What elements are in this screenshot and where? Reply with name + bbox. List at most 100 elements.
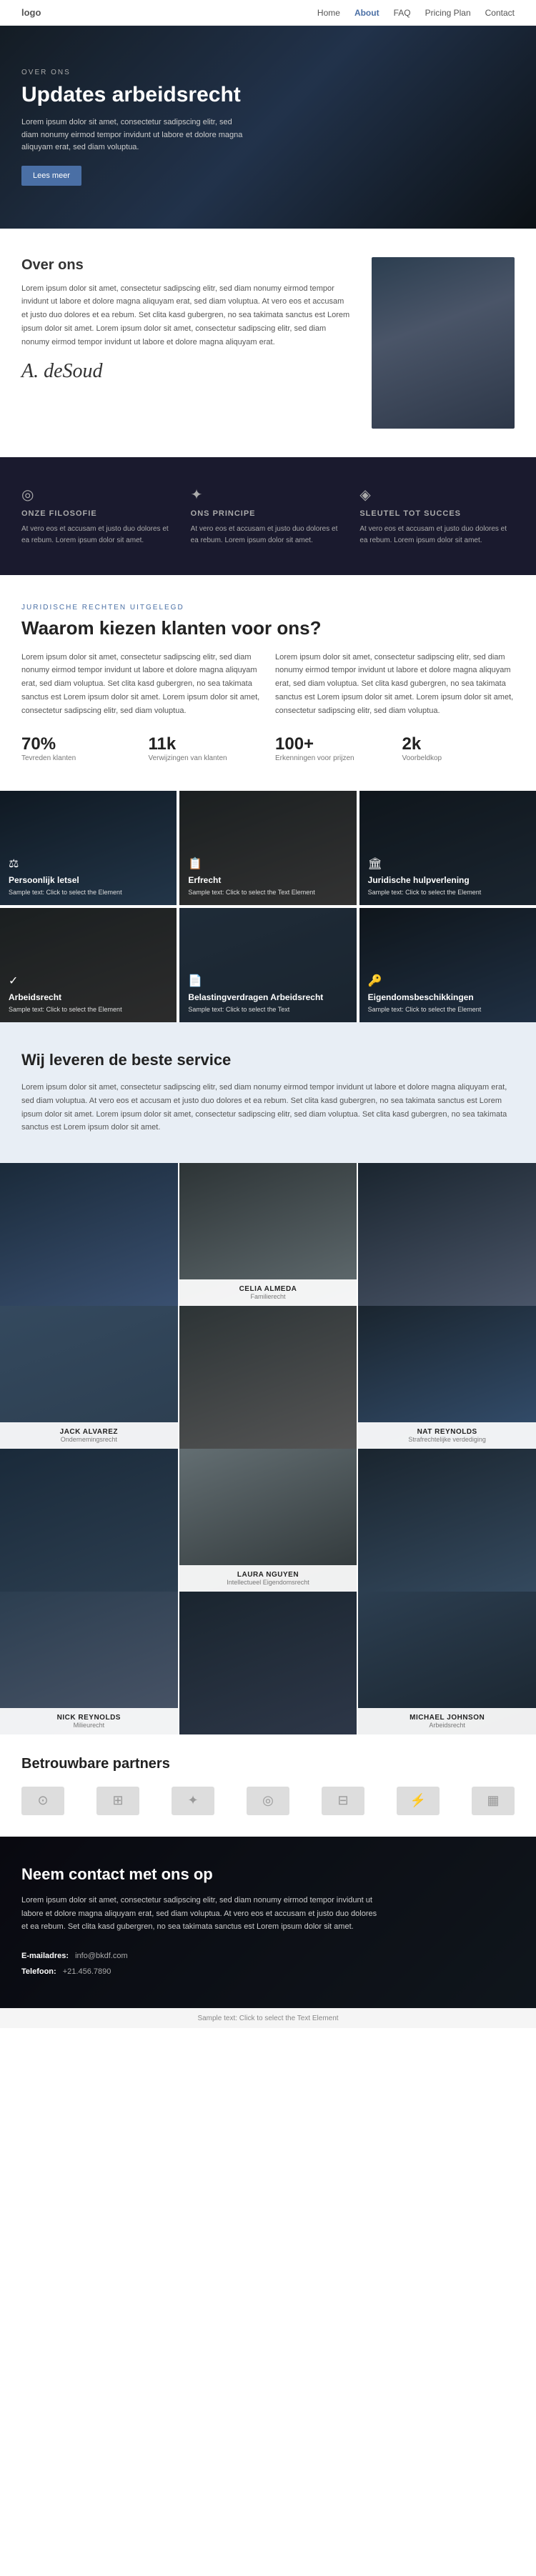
stat-num-1: 70%: [21, 734, 134, 754]
stat-label-4: Voorbeldkop: [402, 754, 515, 762]
partner-logo-6: ⚡: [397, 1787, 440, 1815]
partner-logo-icon-3: ✦: [187, 1793, 198, 1808]
partner-logo-icon-2: ⊞: [112, 1793, 123, 1808]
philosophy-item-2: ✦ ONS PRINCIPE At vero eos et accusam et…: [191, 486, 346, 546]
stat-1: 70% Tevreden klanten: [21, 734, 134, 762]
team-name-jack: JACK ALVAREZ: [6, 1428, 172, 1436]
team-img-left-1: [0, 1163, 178, 1306]
hero-button[interactable]: Lees meer: [21, 166, 81, 186]
nav-contact[interactable]: Contact: [485, 8, 515, 18]
service-card-overlay-1: ⚖ Persoonlijk letsel Sample text: Click …: [0, 791, 177, 905]
partner-logo-2: ⊞: [96, 1787, 139, 1815]
about-text: Over ons Lorem ipsum dolor sit amet, con…: [21, 257, 350, 383]
philosophy-icon-2: ✦: [191, 486, 346, 504]
nav-pricing[interactable]: Pricing Plan: [425, 8, 471, 18]
philosophy-title-1: ONZE FILOSOFIE: [21, 509, 177, 518]
signature: A. deSoud: [21, 360, 350, 383]
service-card-overlay-5: 📄 Belastingverdragen Arbeidsrecht Sample…: [179, 908, 356, 1022]
team-name-nick: NICK REYNOLDS: [6, 1714, 172, 1722]
stat-label-3: Erkenningen voor prijzen: [275, 754, 388, 762]
why-label: JURIDISCHE RECHTEN UITGELEGD: [21, 604, 515, 611]
why-col-2: Lorem ipsum dolor sit amet, consectetur …: [275, 651, 515, 717]
stat-label-2: Verwijzingen van klanten: [149, 754, 262, 762]
best-service-section: Wij leveren de beste service Lorem ipsum…: [0, 1022, 536, 1163]
service-card-overlay-3: 🏛 Juridische hulpverlening Sample text: …: [359, 791, 536, 905]
services-grid: ⚖ Persoonlijk letsel Sample text: Click …: [0, 791, 536, 1022]
philosophy-text-1: At vero eos et accusam et justo duo dolo…: [21, 524, 177, 546]
team-info-laura: LAURA NGUYEN Intellectueel Eigendomsrech…: [179, 1565, 357, 1592]
stat-num-2: 11k: [149, 734, 262, 754]
service-card-1[interactable]: ⚖ Persoonlijk letsel Sample text: Click …: [0, 791, 177, 905]
philosophy-title-3: SLEUTEL TOT SUCCES: [359, 509, 515, 518]
about-title: Over ons: [21, 257, 350, 274]
partner-logo-icon-5: ⊟: [337, 1793, 348, 1808]
service-icon-2: 📋: [188, 857, 347, 871]
hero-body: Lorem ipsum dolor sit amet, consectetur …: [21, 116, 250, 154]
hero-title: Updates arbeidsrecht: [21, 82, 515, 108]
team-name-nat: NAT REYNOLDS: [364, 1428, 530, 1436]
team-role-michael: Arbeidsrecht: [364, 1722, 530, 1729]
partner-logo-1: ⊙: [21, 1787, 64, 1815]
stat-3: 100+ Erkenningen voor prijzen: [275, 734, 388, 762]
team-row-2: JACK ALVAREZ Ondernemingsrecht NAT REYNO…: [0, 1306, 536, 1449]
partner-logo-5: ⊟: [322, 1787, 364, 1815]
bottom-sample-bar: Sample text: Click to select the Text El…: [0, 2008, 536, 2028]
service-icon-3: 🏛: [368, 857, 527, 871]
stats-row: 70% Tevreden klanten 11k Verwijzingen va…: [21, 734, 515, 762]
service-title-4: Arbeidsrecht: [9, 992, 168, 1002]
service-card-overlay-2: 📋 Erfrecht Sample text: Click to select …: [179, 791, 356, 905]
why-title: Waarom kiezen klanten voor ons?: [21, 617, 515, 639]
nav-home[interactable]: Home: [317, 8, 340, 18]
partner-logo-icon-6: ⚡: [410, 1793, 426, 1808]
service-text-2: Sample text: Click to select the Text El…: [188, 888, 347, 897]
partner-logo-icon-7: ▦: [487, 1793, 499, 1808]
service-text-1: Sample text: Click to select the Element: [9, 888, 168, 897]
phone-value: +21.456.7890: [63, 1967, 111, 1976]
hero-over-label: OVER ONS: [21, 69, 515, 76]
service-icon-5: 📄: [188, 974, 347, 988]
service-card-2[interactable]: 📋 Erfrecht Sample text: Click to select …: [179, 791, 356, 905]
service-card-4[interactable]: ✓ Arbeidsrecht Sample text: Click to sel…: [0, 908, 177, 1022]
service-title-3: Juridische hulpverlening: [368, 875, 527, 885]
nav-logo: logo: [21, 7, 41, 18]
email-value: info@bkdf.com: [75, 1952, 128, 1960]
about-image: [372, 257, 515, 429]
team-cell-jack: JACK ALVAREZ Ondernemingsrecht: [0, 1306, 178, 1449]
hero-section: OVER ONS Updates arbeidsrecht Lorem ipsu…: [0, 26, 536, 229]
team-cell-nat: NAT REYNOLDS Strafrechtelijke verdedigin…: [358, 1306, 536, 1449]
contact-title: Neem contact met ons op: [21, 1865, 515, 1884]
philosophy-text-2: At vero eos et accusam et justo duo dolo…: [191, 524, 346, 546]
service-text-5: Sample text: Click to select the Text: [188, 1005, 347, 1014]
team-cell-celia: CELIA ALMEDA Familierecht: [179, 1163, 357, 1306]
partners-section: Betrouwbare partners ⊙ ⊞ ✦ ◎ ⊟ ⚡ ▦: [0, 1734, 536, 1837]
team-info-michael: MICHAEL JOHNSON Arbeidsrecht: [358, 1708, 536, 1734]
philosophy-icon-3: ◈: [359, 486, 515, 504]
service-icon-1: ⚖: [9, 857, 168, 871]
partner-logo-icon-1: ⊙: [37, 1793, 48, 1808]
team-info-nat: NAT REYNOLDS Strafrechtelijke verdedigin…: [358, 1422, 536, 1449]
service-icon-6: 🔑: [368, 974, 527, 988]
team-name-celia: CELIA ALMEDA: [185, 1285, 352, 1293]
philosophy-title-2: ONS PRINCIPE: [191, 509, 346, 518]
phone-label: Telefoon:: [21, 1967, 56, 1976]
nav-faq[interactable]: FAQ: [394, 8, 411, 18]
team-img-right-1: [358, 1163, 536, 1306]
team-name-michael: MICHAEL JOHNSON: [364, 1714, 530, 1722]
philosophy-item-1: ◎ ONZE FILOSOFIE At vero eos et accusam …: [21, 486, 177, 546]
nav-about[interactable]: About: [354, 8, 379, 18]
service-card-5[interactable]: 📄 Belastingverdragen Arbeidsrecht Sample…: [179, 908, 356, 1022]
service-title-6: Eigendomsbeschikkingen: [368, 992, 527, 1002]
team-role-nick: Milieurecht: [6, 1722, 172, 1729]
service-card-6[interactable]: 🔑 Eigendomsbeschikkingen Sample text: Cl…: [359, 908, 536, 1022]
philosophy-text-3: At vero eos et accusam et justo duo dolo…: [359, 524, 515, 546]
contact-info: E-mailadres: info@bkdf.com Telefoon: +21…: [21, 1948, 515, 1980]
partner-logo-3: ✦: [172, 1787, 214, 1815]
team-row-3: LAURA NGUYEN Intellectueel Eigendomsrech…: [0, 1449, 536, 1592]
team-name-laura: LAURA NGUYEN: [185, 1571, 352, 1579]
partners-title: Betrouwbare partners: [21, 1756, 515, 1772]
best-service-body: Lorem ipsum dolor sit amet, consectetur …: [21, 1081, 515, 1134]
service-card-overlay-6: 🔑 Eigendomsbeschikkingen Sample text: Cl…: [359, 908, 536, 1022]
team-img-right-3: [358, 1449, 536, 1592]
stat-num-4: 2k: [402, 734, 515, 754]
service-card-3[interactable]: 🏛 Juridische hulpverlening Sample text: …: [359, 791, 536, 905]
